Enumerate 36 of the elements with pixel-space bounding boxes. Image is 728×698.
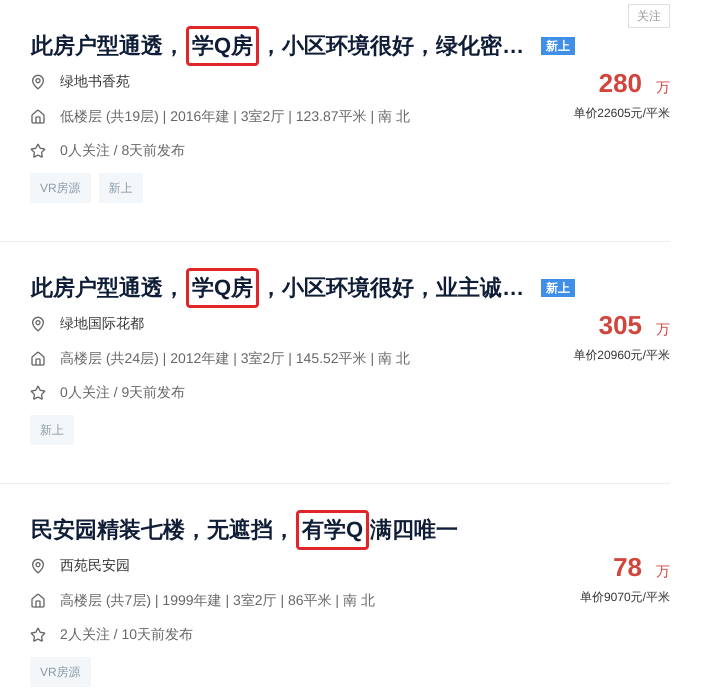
unit-price: 单价20960元/平米 [573,347,670,364]
star-icon [30,384,46,400]
location-pin-icon [30,558,46,574]
location-pin-icon [30,74,46,90]
house-icon [30,592,46,608]
community-link[interactable]: 绿地国际花都 [60,313,144,334]
listing-tag: 新上 [30,415,74,445]
listing-tag: VR房源 [30,173,91,203]
house-features: 高楼层 (共7层) | 1999年建 | 3室2厅 | 86平米 | 南 北 [60,591,375,610]
follow-stats: 0人关注 / 9天前发布 [60,383,186,402]
house-icon [30,350,46,366]
price-unit: 万 [656,320,670,339]
star-icon [30,626,46,642]
unit-price: 单价9070元/平米 [580,589,670,606]
location-pin-icon [30,316,46,332]
total-price: 78 [613,551,642,584]
house-icon [30,108,46,124]
unit-price: 单价22605元/平米 [573,105,670,122]
price-unit: 万 [656,562,670,581]
house-features: 低楼层 (共19层) | 2016年建 | 3室2厅 | 123.87平米 | 南 北 [60,107,410,126]
follow-stats: 0人关注 / 8天前发布 [60,141,186,160]
follow-stats: 2人关注 / 10天前发布 [60,625,194,644]
total-price: 280 [598,67,642,100]
new-badge: 新上 [541,37,576,55]
community-link[interactable]: 西苑民安园 [60,555,130,576]
listing-title[interactable]: 民安园精装七楼，无遮挡， 有学Q 满四唯一 [30,510,460,550]
listing-tag: VR房源 [30,657,91,687]
community-link[interactable]: 绿地书香苑 [60,71,130,92]
house-features: 高楼层 (共24层) | 2012年建 | 3室2厅 | 145.52平米 | 南 北 [60,349,410,368]
price-unit: 万 [656,78,670,97]
new-badge: 新上 [541,279,576,297]
listing-tag: 新上 [98,173,143,203]
star-icon [30,142,46,158]
total-price: 305 [598,309,642,342]
listing-title[interactable]: 此房户型通透， 学Q房 ，小区环境很好，业主诚… [30,268,526,308]
listing-title[interactable]: 此房户型通透， 学Q房 ，小区环境很好，绿化密… [30,26,526,66]
